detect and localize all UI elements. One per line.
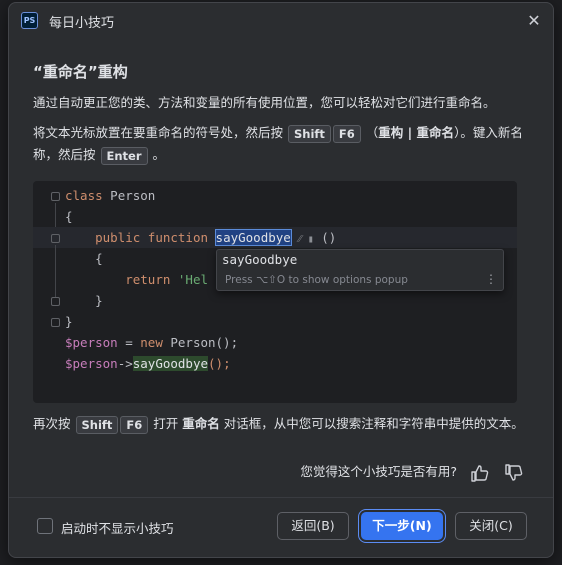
renamed-symbol[interactable]: sayGoodbye (214, 229, 292, 246)
constructor-call: Person(); (162, 335, 239, 350)
variable: $person (65, 356, 118, 371)
code-line-8: $person = new Person(); (65, 332, 238, 353)
tip-of-the-day-dialog: PS 每日小技巧 ✕ “重命名”重构 通过自动更正您的类、方法和变量的所有使用位… (8, 2, 554, 558)
tip-heading: “重命名”重构 (33, 63, 128, 81)
keyword: class (65, 188, 103, 203)
keyword: return (125, 272, 171, 287)
suggestion-item[interactable]: sayGoodbye (222, 252, 297, 267)
shortcut-key-shift: Shift (75, 415, 119, 434)
rename-suggestion-popup: sayGoodbye Press ⌥⇧O to show options pop… (216, 249, 504, 291)
para2-text-pre: 将文本光标放置在要重命名的符号处，然后按 (33, 125, 284, 140)
fold-guide (55, 203, 56, 227)
popup-hint: Press ⌥⇧O to show options popup (225, 274, 408, 286)
tip-paragraph-2: 将文本光标放置在要重命名的符号处，然后按 Shift F6 （重构 | 重命名）。… (33, 122, 528, 166)
shortcut-key-f6: F6 (332, 124, 361, 143)
call-end: (); (208, 356, 231, 371)
para3-text-mid: 打开 (153, 416, 179, 431)
shortcut-key-f6: F6 (120, 415, 149, 434)
fold-marker (51, 318, 60, 327)
code-line-9: $person->sayGoodbye(); (65, 353, 231, 374)
brace: { (95, 251, 103, 266)
code-example: class Person { public function sayGoodby… (33, 181, 517, 403)
fold-guide (55, 245, 56, 297)
dialog-name: 重命名 (182, 416, 220, 431)
operator: = (117, 335, 141, 350)
title-bar: PS 每日小技巧 ✕ (9, 3, 553, 39)
tip-paragraph-3: 再次按 Shift F6 打开 重命名 对话框，从中您可以搜索注释和字符串中提供的… (33, 413, 533, 435)
window-title: 每日小技巧 (49, 16, 115, 31)
keyword: public (95, 230, 141, 245)
close-icon[interactable]: ✕ (523, 10, 545, 32)
fold-marker (51, 297, 60, 306)
thumbs-down-icon[interactable] (503, 462, 525, 484)
code-line-6: } (65, 290, 103, 311)
close-button[interactable]: 关闭(C) (455, 512, 527, 540)
code-line-7: } (65, 314, 73, 329)
tip-paragraph-1: 通过自动更正您的类、方法和变量的所有使用位置，您可以轻松对它们进行重命名。 (33, 95, 496, 110)
photoshop-app-icon: PS (21, 12, 38, 29)
code-line-5: return 'Hel (65, 269, 208, 290)
feedback-row: 您觉得这个小技巧是否有用? (300, 461, 525, 484)
string-literal: 'Hel (177, 272, 209, 287)
class-name: Person (102, 188, 156, 203)
keyword: new (140, 335, 163, 350)
back-button[interactable]: 返回(B) (277, 512, 349, 540)
footer-divider (9, 497, 553, 498)
brace: } (95, 293, 103, 308)
variable: $person (65, 335, 118, 350)
checkbox-label: 启动时不显示小技巧 (61, 521, 174, 536)
shortcut-key-enter: Enter (100, 146, 148, 165)
code-line-3: public function sayGoodbye ⁄⁄ ▮ () (65, 227, 336, 248)
para2-text-mid: （ (365, 125, 379, 140)
thumbs-up-icon[interactable] (469, 462, 491, 484)
para3-text-pre: 再次按 (33, 416, 71, 431)
menu-path: 重构 | 重命名 (378, 125, 455, 140)
parens: () (321, 230, 337, 245)
fold-marker (51, 234, 60, 243)
code-line-1: class Person (65, 185, 155, 206)
para3-text-post: 对话框，从中您可以搜索注释和字符串中提供的文本。 (223, 416, 524, 431)
code-line-2: { (65, 209, 73, 224)
dont-show-on-startup-checkbox[interactable] (37, 518, 53, 534)
keyword: function (147, 230, 209, 245)
operator: -> (117, 356, 133, 371)
method-call: sayGoodbye (132, 356, 209, 371)
inline-rename-icons: ⁄⁄ ▮ (298, 234, 314, 245)
shortcut-key-shift: Shift (288, 124, 331, 143)
more-options-icon[interactable]: ⋮ (485, 272, 497, 286)
para2-text-end: 。 (152, 147, 166, 162)
fold-marker (51, 192, 60, 201)
code-line-4: { (65, 248, 103, 269)
feedback-question: 您觉得这个小技巧是否有用? (300, 464, 458, 479)
next-button[interactable]: 下一步(N) (361, 512, 443, 540)
